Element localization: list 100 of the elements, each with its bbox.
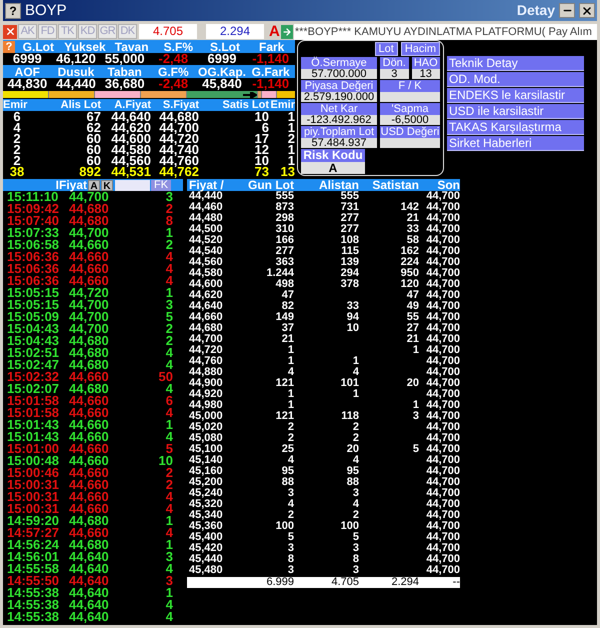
price-cell-text: 44,460 <box>188 202 224 213</box>
price-cell-text: 44,700 <box>425 378 460 389</box>
depth-cell-text: 60 <box>86 133 101 144</box>
trade-price: 44,700 <box>69 311 110 323</box>
price-cell-text: 2 <box>352 510 359 521</box>
price-cell-text: 139 <box>340 257 359 268</box>
total-cell-text: 4.705 <box>330 577 359 588</box>
filter-button[interactable]: FK <box>151 180 171 190</box>
stat-value: 45,840 <box>202 78 242 90</box>
price-cell-text: 44,700 <box>188 334 224 345</box>
price-cell-text: 44,700 <box>425 334 460 345</box>
action-button[interactable]: OD. Mod. <box>447 72 584 87</box>
trade-lot: 4 <box>166 359 173 371</box>
toggle-button[interactable]: Hacim <box>400 42 440 56</box>
price-column-header: Satistan <box>371 179 419 191</box>
price-cell-text: 555 <box>340 191 359 202</box>
risk-value: A <box>301 162 365 174</box>
sell-total-field: 2.294 <box>206 24 264 39</box>
depth-cell-text: 10 <box>254 155 269 166</box>
price-cell-text: 4 <box>286 499 294 510</box>
help-icon[interactable]: ? <box>5 2 21 18</box>
trade-lot: 1 <box>164 539 173 551</box>
stat-value: 36,680 <box>104 78 146 90</box>
depth-cell-text: 44,700 <box>158 122 199 133</box>
price-cell-text: 224 <box>400 257 419 268</box>
price-cell-text: 44,700 <box>425 345 460 356</box>
toggle-button[interactable]: Lot <box>374 42 398 56</box>
depth-cell-text: 67 <box>86 111 101 122</box>
toolbar-tab[interactable]: FD <box>38 24 57 39</box>
price-cell-text: 44,500 <box>188 224 224 235</box>
depth-cell-text: 4 <box>12 122 22 133</box>
toolbar-tab[interactable]: AK <box>18 24 37 39</box>
stat-value: 44,440 <box>55 78 97 90</box>
price-cell-text: 3 <box>352 565 359 576</box>
depth-cell-text: 44,720 <box>158 133 199 144</box>
trade-price: 44,720 <box>69 287 110 299</box>
action-button[interactable]: Teknik Detay <box>447 56 584 71</box>
price-cell-text: 5 <box>412 444 419 455</box>
depth-cell-text: 44,740 <box>158 144 199 155</box>
info-value: 57.700.000 <box>301 69 377 79</box>
price-cell-text: 44,700 <box>425 301 460 312</box>
total-cell-text: -- <box>452 577 460 588</box>
stat-value: -2,48 <box>158 53 188 65</box>
price-cell-text: 3 <box>352 488 359 499</box>
trade-price: 44,660 <box>69 251 110 263</box>
price-cell-text: 1 <box>352 389 359 400</box>
trade-lot: 4 <box>164 503 173 515</box>
stat-header: G.F% <box>156 66 190 78</box>
price-cell-text: 1 <box>286 400 294 411</box>
price-cell-text: 44,700 <box>425 488 460 499</box>
filter-button[interactable]: A <box>88 180 100 190</box>
close-icon[interactable] <box>3 24 17 38</box>
price-cell-text: 4 <box>286 455 294 466</box>
trade-lot: 4 <box>164 407 173 419</box>
price-cell-text: 101 <box>340 378 359 389</box>
price-cell-text: 44,900 <box>188 378 224 389</box>
trade-time: 15:00:48 <box>7 455 60 467</box>
trade-price: 44,660 <box>69 239 110 251</box>
depth-cell-text: 44,680 <box>158 111 199 122</box>
filter-field[interactable] <box>115 180 150 190</box>
trade-price-header: IFiyat <box>56 179 87 191</box>
trade-time: 14:57:27 <box>7 527 60 539</box>
action-button[interactable]: TAKAS Karşılaştırma <box>447 120 584 135</box>
price-cell-text: 44,520 <box>188 235 224 246</box>
toolbar-tab[interactable]: KD <box>78 24 97 39</box>
trade-lot: 4 <box>164 347 173 359</box>
price-cell-text: 44,700 <box>425 213 460 224</box>
price-cell-text: 2 <box>286 422 294 433</box>
minimize-button[interactable] <box>559 3 575 18</box>
trade-price: 44,680 <box>69 215 110 227</box>
toolbar-tab[interactable]: TK <box>58 24 77 39</box>
trade-time: 15:01:00 <box>7 443 60 455</box>
toolbar-tab[interactable]: DK <box>118 24 137 39</box>
price-cell-text: 44,660 <box>188 312 224 323</box>
stat-header: OG.Kap. <box>198 66 246 78</box>
price-cell-text: 44,700 <box>425 268 460 279</box>
price-cell-text: 21 <box>406 213 419 224</box>
filter-button[interactable]: K <box>101 180 113 190</box>
trade-lot: 4 <box>164 563 173 575</box>
depth-column-header: Emir <box>3 99 28 111</box>
depth-cell-text: 1 <box>286 122 295 133</box>
depth-column-header: Alis Lot <box>60 99 101 111</box>
trade-time: 15:01:58 <box>7 395 60 407</box>
action-button[interactable]: Sirket Haberleri <box>447 136 584 151</box>
trade-time: 15:11:10 <box>7 191 58 203</box>
help-icon[interactable]: ? <box>3 41 15 53</box>
close-button[interactable] <box>579 3 595 18</box>
price-cell-text: 731 <box>340 202 359 213</box>
price-cell-text: 25 <box>280 444 294 455</box>
depth-cell-text: 10 <box>254 111 269 122</box>
action-button[interactable]: ENDEKS le karsilastir <box>447 88 584 103</box>
info-value: 57.484.937 <box>301 138 377 148</box>
action-button[interactable]: USD ile karsilastir <box>447 104 584 119</box>
stat-header: Taban <box>107 66 142 78</box>
ticker-text: ***BOYP*** KAMUYU AYDINLATMA PLATFORMU( Pay Alım <box>294 24 597 40</box>
price-cell-text: 45,080 <box>188 433 224 444</box>
toolbar-tab[interactable]: GR <box>98 24 117 39</box>
info-label: Net Kar <box>301 103 377 115</box>
price-cell-text: 45,160 <box>188 466 224 477</box>
trade-lot: 1 <box>164 515 173 527</box>
